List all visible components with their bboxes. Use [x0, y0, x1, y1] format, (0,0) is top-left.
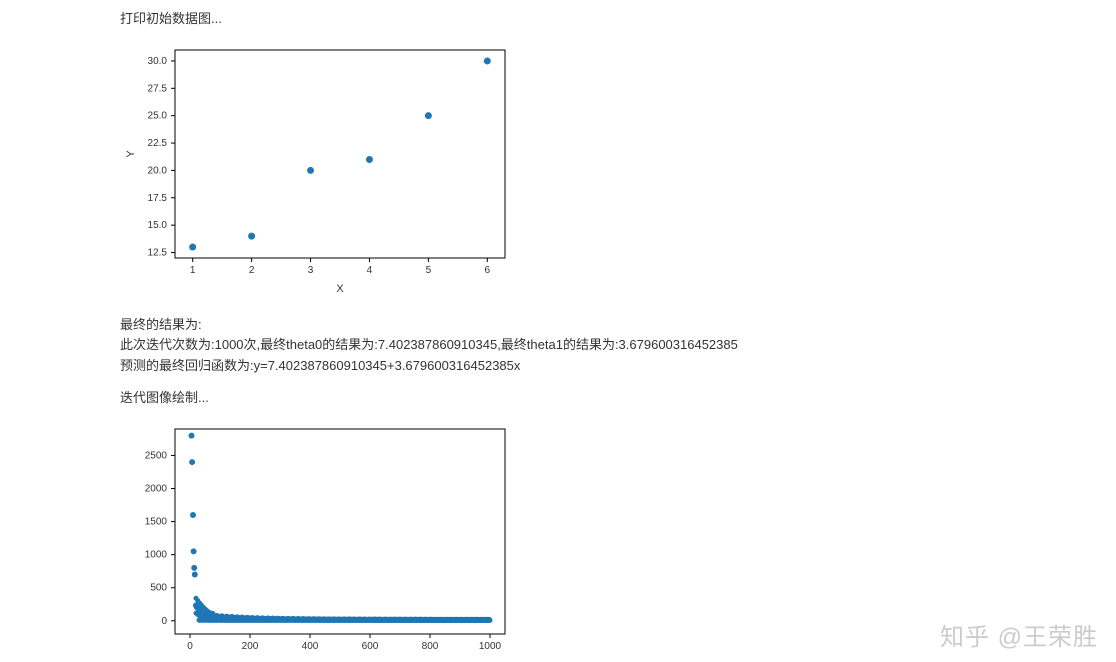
- svg-text:Y: Y: [125, 150, 137, 158]
- svg-text:X: X: [336, 283, 344, 295]
- iteration-header: 迭代图像绘制...: [120, 389, 1116, 407]
- svg-text:600: 600: [362, 641, 379, 652]
- svg-text:0: 0: [187, 641, 193, 652]
- svg-text:4: 4: [367, 265, 373, 276]
- svg-text:1000: 1000: [145, 550, 168, 561]
- svg-text:15.0: 15.0: [148, 220, 168, 231]
- svg-text:20.0: 20.0: [148, 166, 168, 177]
- svg-text:200: 200: [242, 641, 259, 652]
- svg-text:0: 0: [161, 616, 167, 627]
- svg-text:2500: 2500: [145, 450, 168, 461]
- scatter-chart-1: 1 2 3 4 5 6 12.5 15.0 17.5 20.0 22.5 25.0 27.5 30.0 X Y: [120, 38, 1116, 298]
- svg-text:1500: 1500: [145, 517, 168, 528]
- svg-text:1: 1: [190, 265, 196, 276]
- result-line-1: 此次迭代次数为:1000次,最终theta0的结果为:7.40238786091…: [120, 336, 1116, 354]
- svg-text:12.5: 12.5: [148, 248, 168, 259]
- result-line-2: 预测的最终回归函数为:y=7.402387860910345+3.6796003…: [120, 357, 1116, 375]
- svg-text:1000: 1000: [479, 641, 502, 652]
- svg-text:5: 5: [426, 265, 432, 276]
- svg-text:500: 500: [150, 583, 167, 594]
- print-data-label: 打印初始数据图...: [120, 10, 1116, 28]
- svg-text:25.0: 25.0: [148, 111, 168, 122]
- scatter-chart-2: 0 200 400 600 800 1000 0 500 1000 1500 2000 2500: [120, 417, 1116, 662]
- svg-text:17.5: 17.5: [148, 193, 168, 204]
- svg-text:800: 800: [422, 641, 439, 652]
- svg-text:30.0: 30.0: [148, 56, 168, 67]
- svg-text:3: 3: [308, 265, 314, 276]
- svg-text:2: 2: [249, 265, 255, 276]
- svg-text:22.5: 22.5: [148, 138, 168, 149]
- svg-text:27.5: 27.5: [148, 84, 168, 95]
- svg-text:400: 400: [302, 641, 319, 652]
- result-header: 最终的结果为:: [120, 316, 1116, 334]
- svg-text:2000: 2000: [145, 483, 168, 494]
- svg-text:6: 6: [485, 265, 491, 276]
